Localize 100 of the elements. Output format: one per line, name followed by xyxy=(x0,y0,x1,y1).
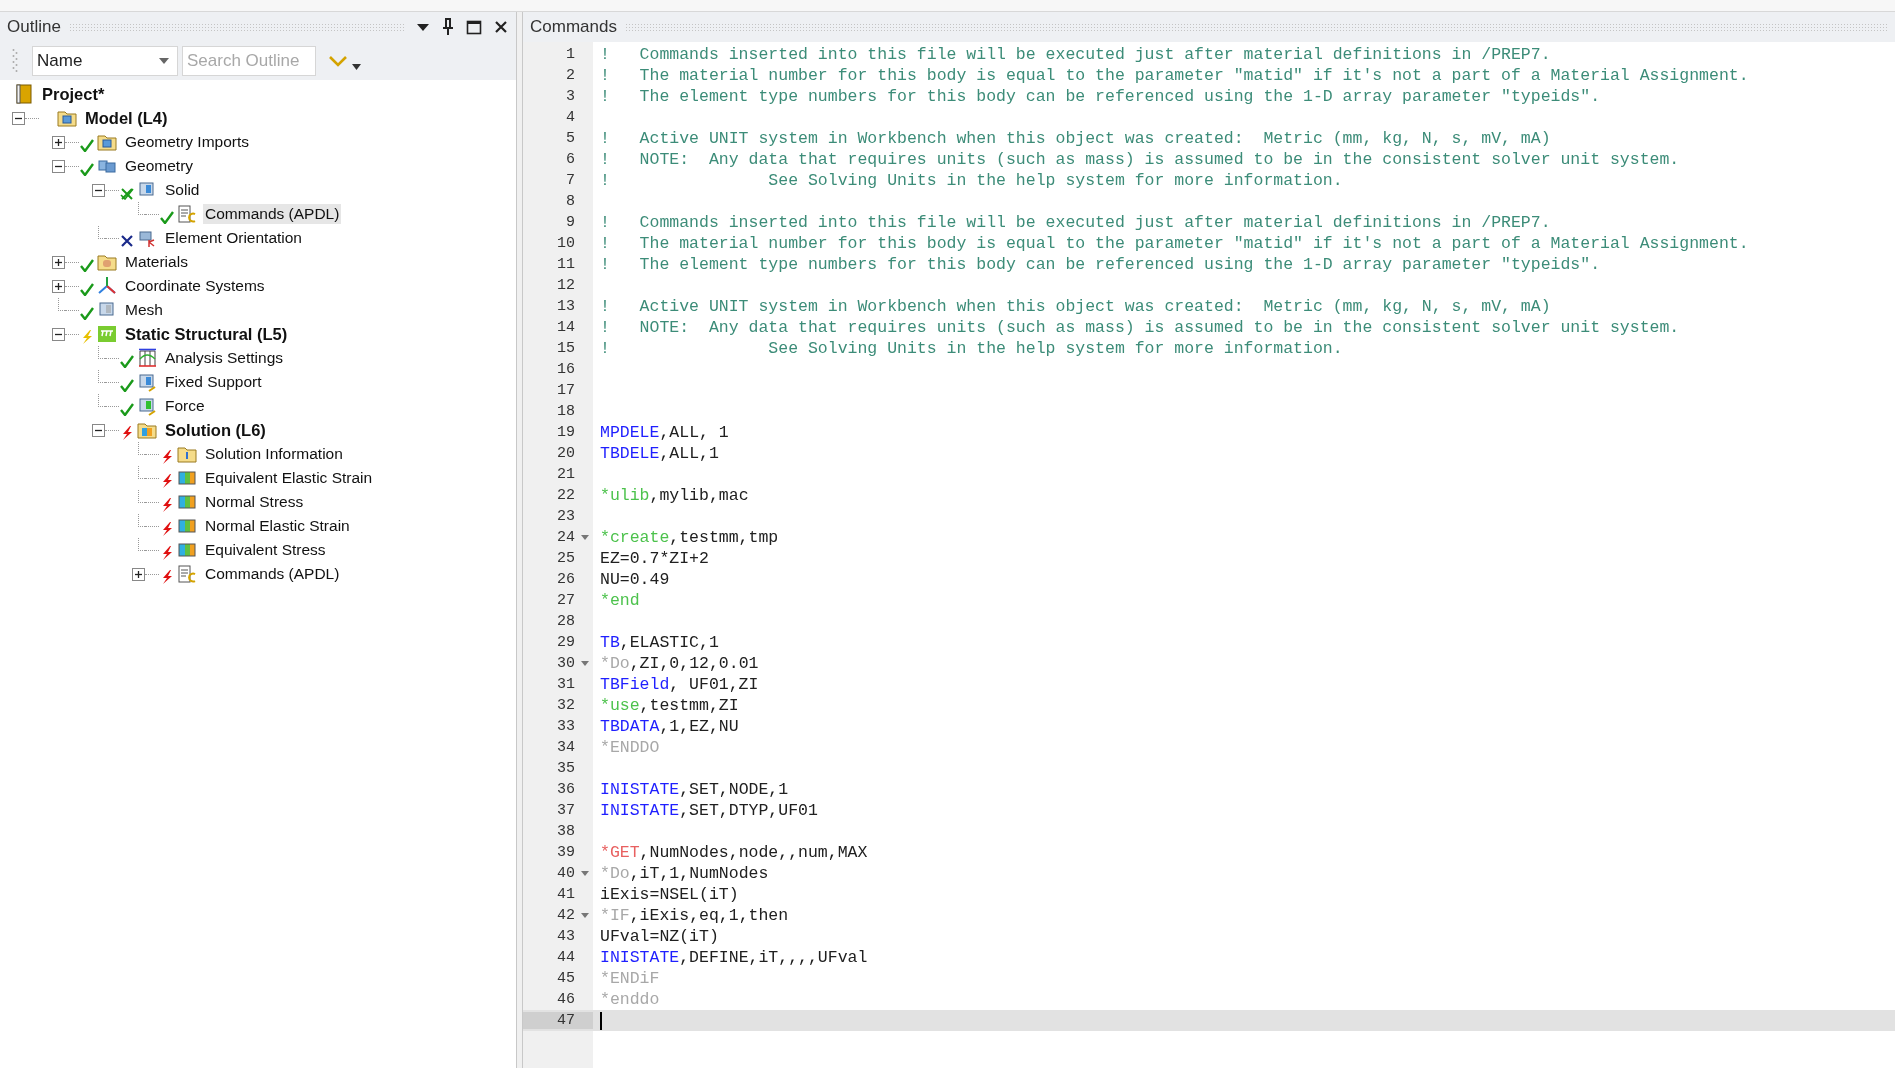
line-number: 26 xyxy=(557,571,575,588)
code-line: TBDATA,1,EZ,NU xyxy=(600,717,739,736)
tree-item[interactable]: Project* xyxy=(40,83,107,105)
line-number: 40 xyxy=(557,865,575,882)
expand-toggle[interactable] xyxy=(12,111,25,125)
tree-item[interactable]: Fixed Support xyxy=(163,372,264,392)
expand-toggle[interactable] xyxy=(52,159,65,173)
tree-item[interactable]: Solution (L6) xyxy=(163,419,268,441)
expand-toggle[interactable] xyxy=(52,327,65,341)
line-number: 5 xyxy=(566,130,575,147)
line-number: 27 xyxy=(557,592,575,609)
folder-icon xyxy=(97,252,117,272)
code-line: *Do,iT,1,NumNodes xyxy=(600,864,769,883)
cube-icon xyxy=(177,468,197,488)
cube-icon xyxy=(177,516,197,536)
line-number: 12 xyxy=(557,277,575,294)
tree-item[interactable]: Element Orientation xyxy=(163,228,304,248)
code-line: ! NOTE: Any data that requires units (such as mass) is assumed to be in the consistent solver unit system. xyxy=(600,318,1680,337)
line-number: 45 xyxy=(557,970,575,987)
fold-icon[interactable] xyxy=(581,534,589,541)
line-number: 6 xyxy=(566,151,575,168)
code-line: *IF,iExis,eq,1,then xyxy=(600,906,789,925)
tree-item[interactable]: Mesh xyxy=(123,300,165,320)
tree-item[interactable]: Equivalent Stress xyxy=(203,540,328,560)
tree-item[interactable]: Static Structural (L5) xyxy=(123,323,290,345)
line-number: 29 xyxy=(557,634,575,651)
structure-icon xyxy=(97,324,117,344)
line-number: 39 xyxy=(557,844,575,861)
tree-item[interactable]: Geometry Imports xyxy=(123,132,252,152)
line-number: 20 xyxy=(557,445,575,462)
code-line: INISTATE,SET,NODE,1 xyxy=(600,780,789,799)
tree-item[interactable]: Solution Information xyxy=(203,444,345,464)
expand-toggle[interactable] xyxy=(52,135,65,149)
tree-item[interactable]: Commands (APDL) xyxy=(203,204,342,224)
expand-toggle[interactable] xyxy=(52,255,65,269)
tree-item[interactable]: Commands (APDL) xyxy=(203,564,342,584)
line-number: 9 xyxy=(566,214,575,231)
document-icon xyxy=(177,564,197,584)
tree-item[interactable]: Solid xyxy=(163,180,202,200)
close-icon[interactable] xyxy=(494,20,508,34)
caret-icon xyxy=(159,58,169,64)
tree-item[interactable]: Coordinate Systems xyxy=(123,276,267,296)
tree-item[interactable]: Normal Elastic Strain xyxy=(203,516,352,536)
code-line: *ENDiF xyxy=(600,969,660,988)
code-line: NU=0.49 xyxy=(600,570,670,589)
fold-icon[interactable] xyxy=(581,870,589,877)
search-field[interactable]: Search Outline xyxy=(182,46,316,76)
line-number: 19 xyxy=(557,424,575,441)
line-number: 11 xyxy=(557,256,575,273)
line-number: 8 xyxy=(566,193,575,210)
line-number: 33 xyxy=(557,718,575,735)
code-line: ! Active UNIT system in Workbench when this object was created: Metric (mm, kg, N, s, mV, mA) xyxy=(600,129,1551,148)
line-number: 10 xyxy=(557,235,575,252)
tree-item[interactable]: Geometry xyxy=(123,156,196,176)
expand-toggle[interactable] xyxy=(92,423,105,437)
code-line: *GET,NumNodes,node,,num,MAX xyxy=(600,843,868,862)
maximize-icon[interactable] xyxy=(466,19,482,35)
line-number: 34 xyxy=(557,739,575,756)
tree-item[interactable]: Analysis Settings xyxy=(163,348,286,368)
line-number: 44 xyxy=(557,949,575,966)
code-line: ! Commands inserted into this file will be executed just after material definitions in /PREP7. xyxy=(600,213,1551,232)
cube-icon xyxy=(137,372,157,392)
fold-icon[interactable] xyxy=(581,912,589,919)
expand-toggle[interactable] xyxy=(132,567,145,581)
line-number: 37 xyxy=(557,802,575,819)
caret-icon[interactable] xyxy=(352,64,361,70)
fold-icon[interactable] xyxy=(581,660,589,667)
line-number: 23 xyxy=(557,508,575,525)
line-number: 43 xyxy=(557,928,575,945)
code-line: ! The element type numbers for this body can be referenced using the 1-D array parameter "typeids". xyxy=(600,87,1601,106)
tree-item[interactable]: Equivalent Elastic Strain xyxy=(203,468,375,488)
expand-toggle[interactable] xyxy=(92,183,105,197)
line-number: 14 xyxy=(557,319,575,336)
expand-toggle[interactable] xyxy=(52,279,65,293)
pin-icon[interactable] xyxy=(442,18,454,36)
cube-icon xyxy=(137,396,157,416)
folder-icon xyxy=(57,108,77,128)
grip-icon xyxy=(12,48,18,74)
code-line: ! NOTE: Any data that requires units (such as mass) is assumed to be in the consistent solver unit system. xyxy=(600,150,1680,169)
cube-arrows-icon xyxy=(137,228,157,248)
code-line: ! Active UNIT system in Workbench when this object was created: Metric (mm, kg, N, s, mV, mA) xyxy=(600,297,1551,316)
code-line: *end xyxy=(600,591,640,610)
line-number: 21 xyxy=(557,466,575,483)
line-number: 31 xyxy=(557,676,575,693)
line-number: 4 xyxy=(566,109,575,126)
tree-item[interactable]: Normal Stress xyxy=(203,492,306,512)
code-line: iExis=NSEL(iT) xyxy=(600,885,739,904)
code-line: ! The element type numbers for this body can be referenced using the 1-D array parameter "typeids". xyxy=(600,255,1601,274)
code-line: MPDELE,ALL, 1 xyxy=(600,423,729,442)
line-number: 16 xyxy=(557,361,575,378)
text-cursor xyxy=(600,1011,602,1030)
code-line: UFval=NZ(iT) xyxy=(600,927,719,946)
line-number: 24 xyxy=(557,529,575,546)
line-number: 32 xyxy=(557,697,575,714)
code-line: ! See Solving Units in the help system for more information. xyxy=(600,339,1343,358)
tree-item[interactable]: Materials xyxy=(123,252,190,272)
caret-down-icon[interactable] xyxy=(416,22,430,32)
tree-item[interactable]: Force xyxy=(163,396,207,416)
sort-dropdown[interactable]: Name xyxy=(32,46,178,76)
tree-item[interactable]: Model (L4) xyxy=(83,107,170,129)
